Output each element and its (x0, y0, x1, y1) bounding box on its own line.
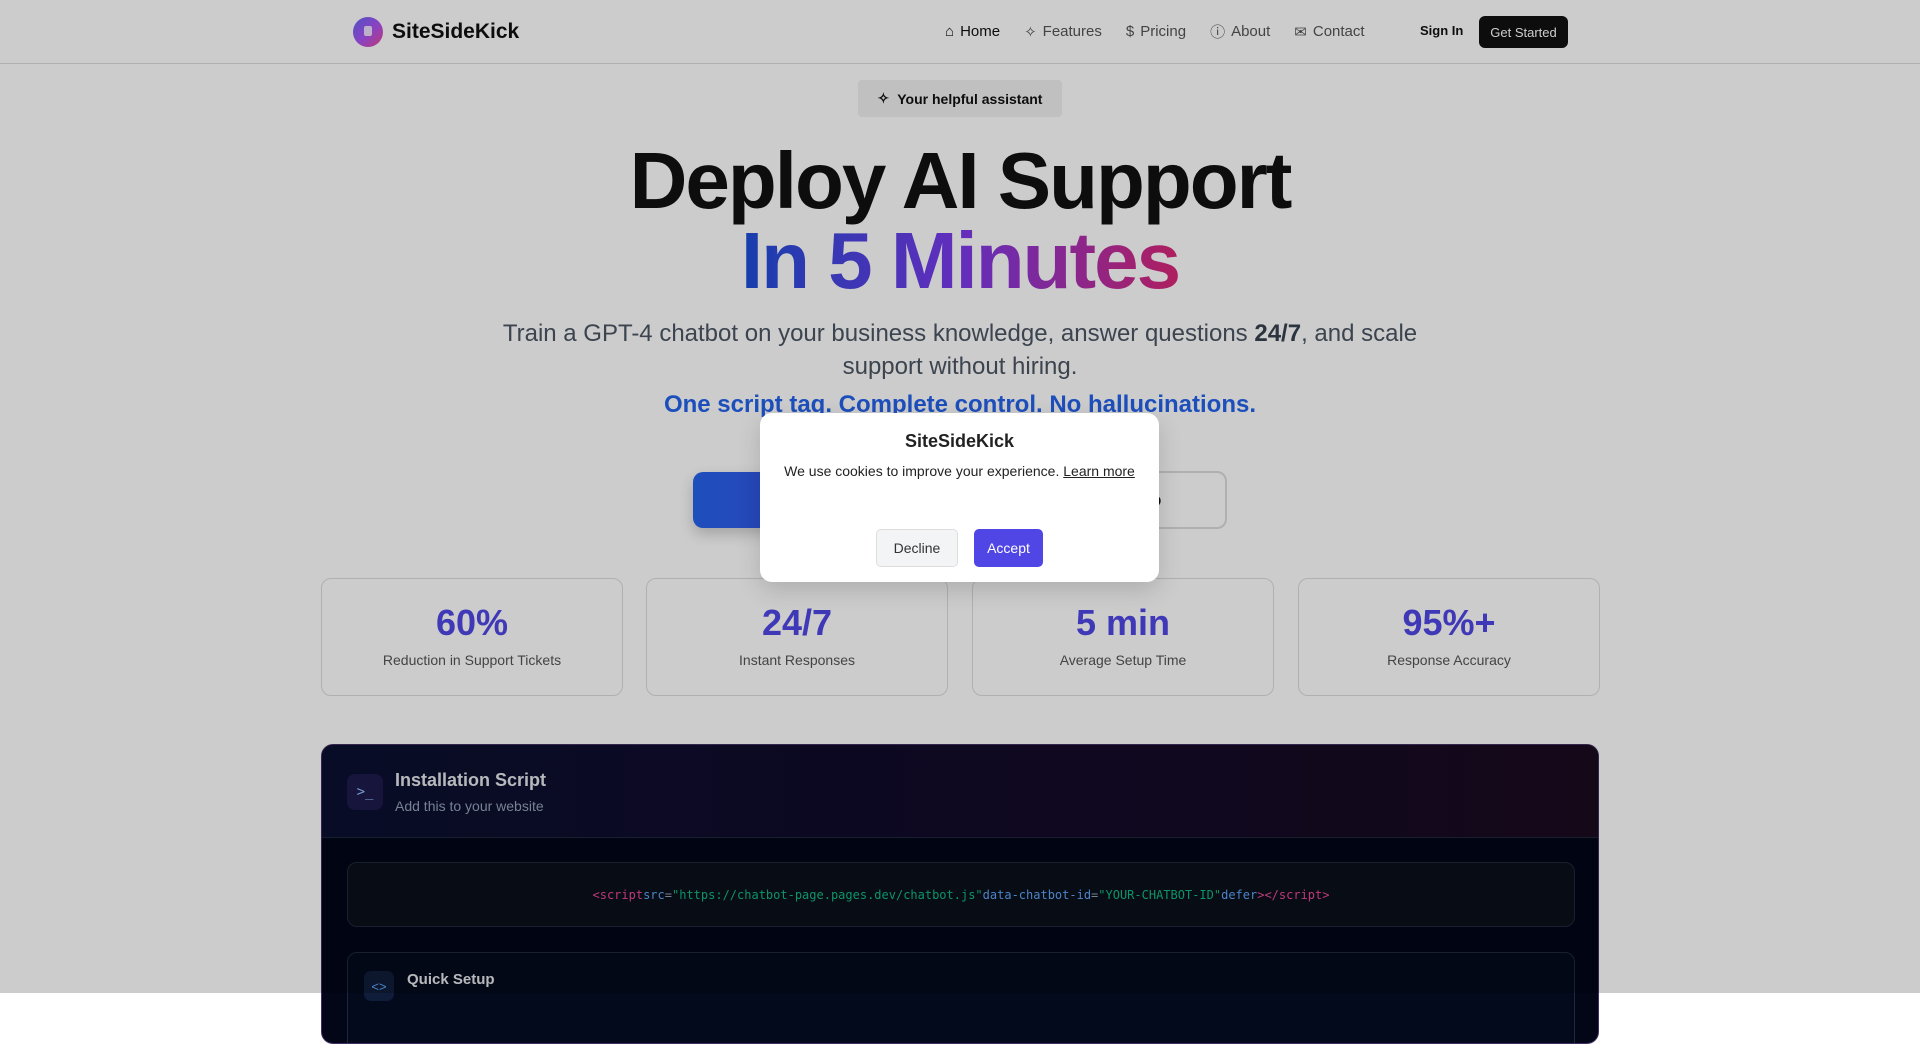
accept-button[interactable]: Accept (974, 529, 1043, 567)
cookie-title: SiteSideKick (904, 431, 1015, 451)
cookie-consent-dialog: SiteSideKick We use cookies to improve y… (760, 413, 1159, 582)
cookie-text: We use cookies to improve your experienc… (760, 463, 1159, 479)
decline-button[interactable]: Decline (876, 529, 958, 567)
cookie-message: We use cookies to improve your experienc… (784, 463, 1060, 479)
learn-more-link[interactable]: Learn more (1063, 463, 1135, 479)
